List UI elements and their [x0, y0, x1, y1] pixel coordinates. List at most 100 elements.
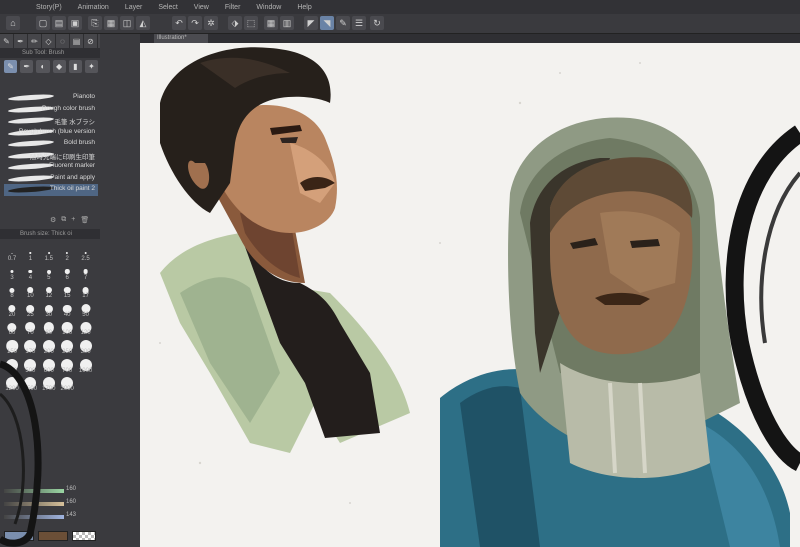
pen-pressure-icon[interactable]: ◥ — [320, 16, 334, 30]
paste-icon[interactable]: ▦ — [104, 16, 118, 30]
brush-size-option[interactable]: 7 — [77, 263, 95, 281]
brush-tool-icon[interactable]: ✎ — [0, 34, 14, 48]
slider-value: 160 — [66, 499, 77, 505]
marker-group-icon[interactable]: ▮ — [68, 60, 82, 73]
brush-group-icon[interactable]: ✎ — [4, 60, 18, 73]
new-brush-icon[interactable]: + — [71, 216, 75, 226]
brush-size-label: 120 — [80, 330, 91, 337]
brush-size-option[interactable]: 700 — [58, 356, 76, 374]
select-all-icon[interactable]: ⬚ — [244, 16, 258, 30]
transparent-swatch[interactable] — [72, 531, 96, 541]
menu-item-select[interactable]: Select — [158, 4, 177, 11]
stabilizer-icon[interactable]: ◤ — [304, 16, 318, 30]
menu-item-view[interactable]: View — [194, 4, 209, 11]
brush-size-option[interactable]: 50 — [77, 300, 95, 318]
brush-item[interactable]: 毛筆 水ブラシ — [4, 115, 98, 127]
watercolor-group-icon[interactable]: ◐ — [36, 60, 50, 73]
brush-size-option[interactable]: 40 — [58, 300, 76, 318]
open-icon[interactable]: ▤ — [52, 16, 66, 30]
brush-size-label: 100 — [62, 330, 73, 337]
brush-size-option[interactable]: 120 — [77, 318, 95, 336]
brush-size-option[interactable]: 2 — [58, 244, 76, 262]
settings-icon[interactable]: ⚙ — [50, 216, 56, 226]
brush-size-option[interactable]: 100 — [58, 318, 76, 336]
airbrush-group-icon[interactable]: ✦ — [84, 60, 99, 73]
eyedropper-tool-icon[interactable]: ⊘ — [84, 34, 98, 48]
new-canvas-icon[interactable]: ▢ — [36, 16, 50, 30]
undo-icon[interactable]: ↶ — [172, 16, 186, 30]
brush-item[interactable]: Paint and apply — [4, 173, 98, 185]
layers-icon[interactable]: ◫ — [120, 16, 134, 30]
brush-item[interactable]: Bold brush — [4, 138, 98, 150]
brush-size-option[interactable]: 4 — [21, 263, 39, 281]
brush-size-option[interactable]: 250 — [58, 337, 76, 355]
copy-icon[interactable]: ⎘ — [88, 16, 102, 30]
brush-size-option[interactable]: 1.5 — [40, 244, 58, 262]
brush-label: 随時先端に印刷生印筆 — [30, 153, 95, 161]
brush-label: Thick oil paint 2 — [49, 185, 95, 192]
brush-size-dot — [47, 252, 50, 254]
brush-size-option[interactable]: 0.7 — [3, 244, 21, 262]
redo-icon[interactable]: ↷ — [188, 16, 202, 30]
brush-size-dot — [28, 269, 33, 274]
brush-size-option[interactable]: 25 — [21, 300, 39, 318]
canvas-gutter — [100, 34, 140, 547]
oil-group-icon[interactable]: ◆ — [52, 60, 66, 73]
brush-size-option[interactable]: 6 — [58, 263, 76, 281]
brush-size-option[interactable]: 1 — [21, 244, 39, 262]
loading-icon[interactable]: ✲ — [204, 16, 218, 30]
brush-item[interactable]: Rough color brush — [4, 104, 98, 116]
brush-item[interactable]: Fluorent marker — [4, 161, 98, 173]
pen-tool-icon[interactable]: ✒ — [14, 34, 28, 48]
ruler-icon[interactable]: ▥ — [280, 16, 294, 30]
brush-size-option[interactable]: 2.5 — [77, 244, 95, 262]
brush-item[interactable]: Rough brush (blue version — [4, 127, 98, 139]
brush-size-label: 12 — [45, 293, 53, 300]
brush-size-option[interactable]: 2000 — [58, 374, 76, 392]
tool-property-icon[interactable]: ☰ — [352, 16, 366, 30]
brush-size-label: 17 — [82, 293, 89, 300]
home-icon[interactable]: ⌂ — [6, 16, 20, 30]
brush-size-label: 1000 — [78, 367, 93, 374]
brush-size-option[interactable]: 8 — [3, 281, 21, 299]
blend-tool-icon[interactable]: ◌ — [56, 34, 70, 48]
menu-item-window[interactable]: Window — [256, 4, 281, 11]
brush-size-option[interactable]: 20 — [3, 300, 21, 318]
brush-size-option[interactable]: 17 — [77, 281, 95, 299]
duplicate-icon[interactable]: ⧉ — [61, 216, 66, 226]
brush-stroke-preview — [7, 139, 55, 148]
brush-settings-icon[interactable]: ✎ — [336, 16, 350, 30]
canvas-tab[interactable]: Illustration* — [154, 34, 208, 43]
brush-item-selected[interactable]: Thick oil paint 2 — [4, 184, 98, 196]
brush-size-option[interactable]: 10 — [21, 281, 39, 299]
menu-item-filter[interactable]: Filter — [225, 4, 241, 11]
brush-size-label: 7 — [83, 274, 88, 281]
pen-group-icon[interactable]: ✒ — [20, 60, 34, 73]
brush-size-option[interactable]: 5 — [40, 263, 58, 281]
menu-item-help[interactable]: Help — [297, 4, 311, 11]
brush-size-option[interactable]: 12 — [40, 281, 58, 299]
menu-item-layer[interactable]: Layer — [125, 4, 143, 11]
brush-size-option[interactable]: 15 — [58, 281, 76, 299]
reference-icon[interactable]: ↻ — [370, 16, 384, 30]
menu-item-animation[interactable]: Animation — [78, 4, 109, 11]
brush-label: Rough brush (blue version — [18, 127, 95, 135]
tool-tabs: ✎ ✒ ✏ ◇ ◌ ▤ ⊘ — [0, 34, 100, 48]
brush-size-option[interactable]: 30 — [40, 300, 58, 318]
save-icon[interactable]: ▣ — [68, 16, 82, 30]
fill-tool-icon[interactable]: ▤ — [70, 34, 84, 48]
brush-size-option[interactable]: 300 — [77, 337, 95, 355]
grid-icon[interactable]: ▦ — [264, 16, 278, 30]
eraser-tool-icon[interactable]: ◇ — [42, 34, 56, 48]
pencil-tool-icon[interactable]: ✏ — [28, 34, 42, 48]
brush-item[interactable]: Pianoto — [4, 92, 98, 104]
trash-icon[interactable]: 🗑 — [80, 216, 89, 226]
brush-size-option[interactable]: 3 — [3, 263, 21, 281]
transform-icon[interactable]: ⬗ — [228, 16, 242, 30]
brush-size-option[interactable]: 1000 — [77, 356, 95, 374]
drawing-canvas[interactable] — [140, 43, 800, 547]
menu-item-story[interactable]: Story(P) — [36, 4, 62, 11]
brush-item[interactable]: 随時先端に印刷生印筆 — [4, 150, 98, 162]
fill-icon[interactable]: ◭ — [136, 16, 150, 30]
brush-size-dot — [46, 269, 51, 274]
